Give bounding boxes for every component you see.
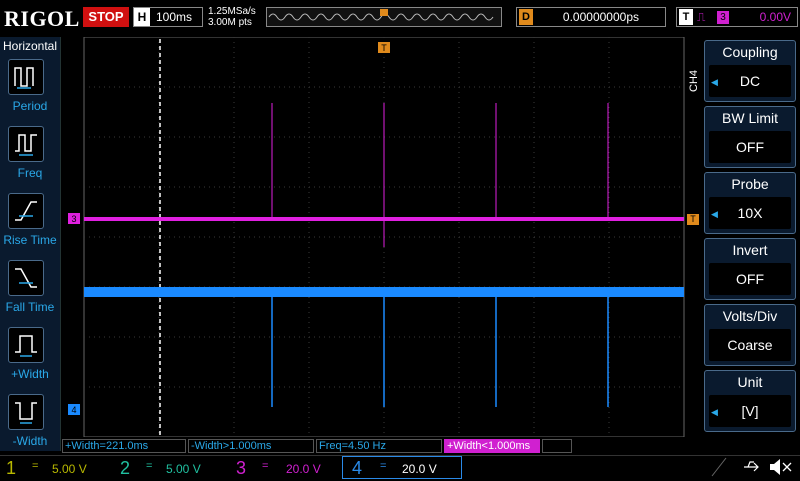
waveform-overview[interactable] [266, 7, 502, 27]
ch4-coupling-icon: = [380, 460, 387, 472]
trigger-level: 0.00V [759, 10, 791, 24]
delay-display[interactable]: D 0.00000000ps [516, 7, 666, 27]
measurement-positive-width[interactable]: +Width=221.0ms [62, 439, 186, 453]
status-icons [711, 457, 792, 477]
fall-time-label: Fall Time [5, 300, 55, 314]
probe-title: Probe [731, 176, 769, 192]
ch2-scale[interactable]: 5.00 V [166, 462, 201, 476]
negative-width-label: -Width [12, 434, 48, 448]
negative-width-button[interactable] [8, 394, 44, 430]
invert-value: OFF [709, 263, 791, 295]
acquisition-info: 1.25MSa/s 3.00M pts [208, 6, 256, 28]
sidebar-heading: Horizontal [2, 39, 58, 53]
measurement-empty-slot[interactable] [542, 439, 572, 453]
usb-icon [744, 461, 759, 472]
waveform-display[interactable]: 3 4 T [62, 37, 686, 437]
freq-button[interactable] [8, 126, 44, 162]
delay-value: 0.00000000ps [562, 10, 639, 24]
unit-title: Unit [737, 374, 763, 390]
ch4-marker-label: 4 [71, 405, 76, 415]
horizontal-label: H [134, 8, 150, 26]
ch1-number[interactable]: 1 [6, 458, 16, 479]
period-button[interactable] [8, 59, 44, 95]
ch3-number[interactable]: 3 [236, 458, 246, 479]
rise-time-label: Rise Time [3, 233, 57, 247]
ch3-coupling-icon: = [262, 460, 269, 472]
invert-title: Invert [732, 242, 768, 258]
volts-div-menu[interactable]: Volts/Div Coarse [704, 304, 796, 366]
positive-width-label: +Width [11, 367, 49, 381]
coupling-value: DC [709, 65, 791, 97]
bw-limit-value: OFF [709, 131, 791, 163]
volts-div-value: Coarse [709, 329, 791, 361]
bw-limit-menu[interactable]: BW Limit OFF [704, 106, 796, 168]
positive-width-icon [15, 335, 37, 357]
trigger-label: T [679, 9, 693, 25]
trigger-level-marker[interactable]: T [687, 214, 699, 225]
rise-time-icon [15, 201, 37, 221]
bw-limit-title: BW Limit [722, 110, 778, 126]
period-label: Period [12, 99, 48, 113]
trigger-top-label: T [381, 43, 387, 53]
fall-time-button[interactable] [8, 260, 44, 296]
ch1-scale[interactable]: 5.00 V [52, 462, 87, 476]
probe-value: 10X [709, 197, 791, 229]
measurement-positive-width-ch3[interactable]: +Width<1.000ms [444, 439, 540, 453]
fall-time-icon [15, 268, 37, 288]
left-arrow-icon: ◀ [711, 407, 718, 417]
left-arrow-icon: ◀ [711, 77, 718, 87]
delay-label: D [519, 9, 533, 25]
overview-waveform-icon [268, 9, 494, 21]
ch2-number[interactable]: 2 [120, 458, 130, 479]
period-icon [14, 67, 34, 89]
freq-label: Freq [17, 166, 43, 180]
positive-width-button[interactable] [8, 327, 44, 363]
rising-edge-icon: ⎍ [697, 10, 706, 24]
left-arrow-icon: ◀ [711, 209, 718, 219]
memory-depth: 3.00M pts [208, 17, 252, 28]
sample-rate: 1.25MSa/s [208, 6, 256, 17]
top-status-bar: RIGOL STOP H 100ms 1.25MSa/s 3.00M pts D… [0, 0, 800, 36]
horizontal-timebase[interactable]: H 100ms [133, 7, 203, 27]
ch1-coupling-icon: = [32, 460, 39, 472]
brand-logo: RIGOL [4, 6, 80, 31]
speaker-icon [770, 459, 780, 475]
channel-label: CH4 [688, 69, 700, 92]
probe-menu[interactable]: Probe 10X ◀ [704, 172, 796, 234]
ch4-number[interactable]: 4 [352, 458, 362, 479]
measurement-frequency[interactable]: Freq=4.50 Hz [316, 439, 442, 453]
invert-menu[interactable]: Invert OFF [704, 238, 796, 300]
measure-sidebar: Horizontal Period Freq Rise Time Fall Ti… [0, 37, 61, 451]
unit-value: [V] [709, 395, 791, 427]
trigger-source: 3 [717, 11, 729, 24]
coupling-title: Coupling [722, 44, 778, 60]
ch3-scale[interactable]: 20.0 V [286, 462, 321, 476]
unit-menu[interactable]: Unit [V] ◀ [704, 370, 796, 432]
measurement-negative-width[interactable]: -Width>1.000ms [188, 439, 314, 453]
coupling-menu[interactable]: Coupling DC ◀ [704, 40, 796, 102]
negative-width-icon [15, 402, 37, 424]
rise-time-button[interactable] [8, 193, 44, 229]
timebase-value: 100ms [156, 10, 193, 24]
ch2-coupling-icon: = [146, 460, 153, 472]
ch4-scale[interactable]: 20.0 V [402, 462, 437, 476]
ch3-marker-label: 3 [71, 214, 76, 224]
run-stop-button[interactable]: STOP [83, 7, 129, 27]
freq-icon [15, 134, 37, 156]
trigger-display[interactable]: T ⎍ 3 0.00V [676, 7, 798, 27]
volts-div-title: Volts/Div [722, 308, 778, 324]
